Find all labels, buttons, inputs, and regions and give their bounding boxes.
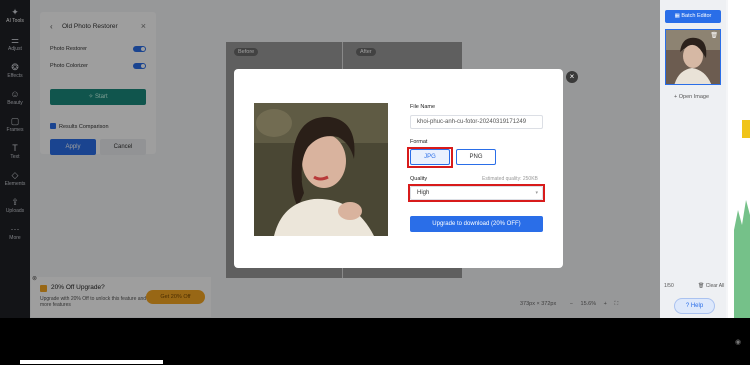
right-batch-panel: ▦ Batch Editor 🗑 + Open Image 1/50 🗑 Cle…	[660, 0, 726, 318]
batch-editor-button[interactable]: ▦ Batch Editor	[665, 10, 721, 23]
trash-icon: 🗑	[698, 283, 706, 289]
side-browser-strip	[728, 0, 750, 318]
quality-highlight-box	[408, 184, 545, 202]
jpg-highlight-box	[407, 147, 453, 168]
quality-label: Quality	[410, 176, 428, 182]
delete-icon[interactable]: 🗑	[710, 32, 718, 39]
side-strip-graphic	[728, 0, 750, 318]
dialog-close-icon[interactable]: ×	[566, 71, 578, 83]
file-name-input[interactable]: khoi-phuc-anh-cu-fotor-20240319171249	[410, 115, 543, 129]
file-name-label: File Name	[410, 104, 436, 110]
estimated-quality: Estimated quality: 250KB	[482, 176, 538, 182]
download-dialog: File Name khoi-phuc-anh-cu-fotor-2024031…	[234, 69, 563, 268]
help-button[interactable]: ? Help	[674, 298, 715, 314]
format-png-option[interactable]: PNG	[456, 149, 496, 165]
taskbar	[0, 318, 750, 365]
notification-dot-icon: ◉	[735, 339, 742, 346]
preview-image	[254, 103, 388, 236]
download-button[interactable]: Upgrade to download (20% OFF)	[410, 216, 543, 232]
open-image-link[interactable]: + Open Image	[674, 94, 709, 100]
clear-all-button[interactable]: 🗑 Clear All	[698, 283, 724, 289]
portrait-photo	[254, 103, 388, 236]
image-thumbnail[interactable]: 🗑	[665, 29, 721, 85]
format-label: Format	[410, 139, 428, 145]
image-count: 1/50	[664, 283, 674, 289]
app-window: ✦ AI Tools ⚌ Adjust ❂ Effects ☺ Beauty ▢ Fram…	[0, 0, 750, 318]
taskbar-search-box[interactable]	[20, 360, 163, 364]
